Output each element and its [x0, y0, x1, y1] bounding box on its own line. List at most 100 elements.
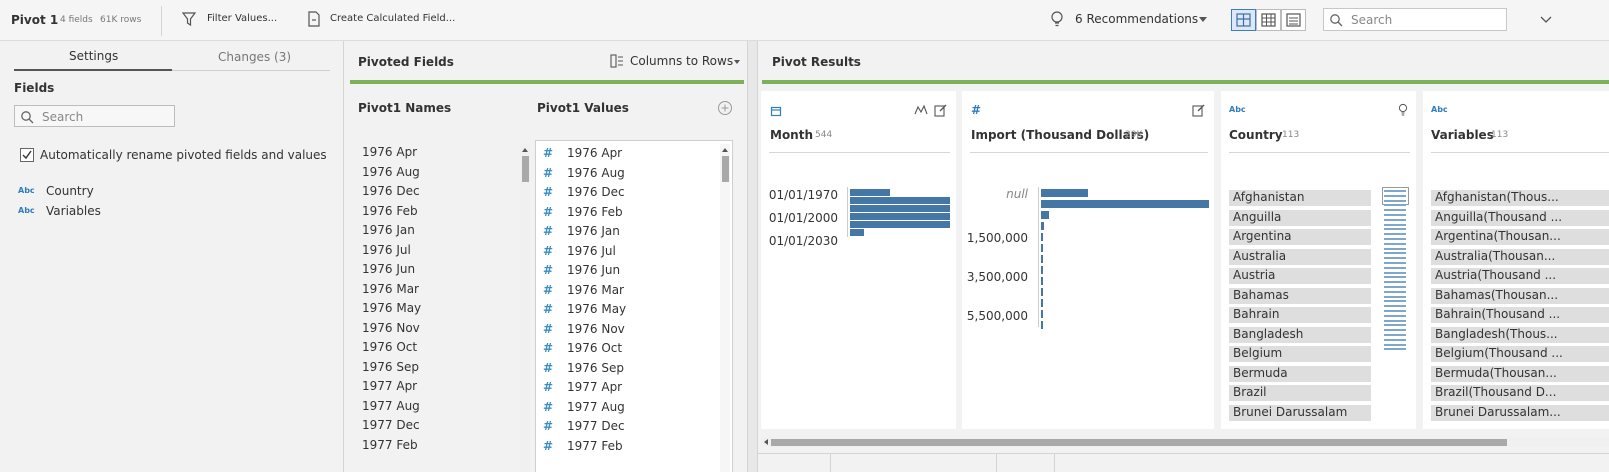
list-item[interactable]: Bahrain — [1229, 307, 1371, 323]
list-item[interactable]: Argentina — [1229, 229, 1371, 245]
list-item[interactable]: 1977 Feb — [567, 439, 623, 453]
histogram-bar[interactable] — [850, 229, 864, 236]
histogram-bar[interactable] — [850, 189, 890, 196]
list-item[interactable]: Bahamas(Thousan... — [1431, 287, 1609, 304]
list-item[interactable]: 1977 Dec — [362, 418, 420, 432]
list-item[interactable]: 1976 Oct — [362, 340, 417, 354]
list-item[interactable]: Afghanistan(Thous... — [1431, 190, 1609, 206]
histogram-bar[interactable] — [850, 213, 950, 220]
histogram-bar[interactable] — [1041, 211, 1049, 219]
list-item[interactable]: 1976 Jul — [567, 244, 616, 258]
list-item[interactable]: Argentina(Thousan... — [1431, 229, 1609, 245]
scroll-left-icon[interactable] — [762, 437, 770, 447]
list-item[interactable]: 1976 Sep — [567, 361, 624, 375]
histogram-bar[interactable] — [1041, 200, 1209, 208]
list-item[interactable]: Belgium(Thousand ... — [1431, 346, 1609, 362]
list-item[interactable]: Austria — [1229, 268, 1371, 284]
scroll-up-icon[interactable] — [720, 146, 730, 154]
list-item[interactable]: 1976 Dec — [567, 185, 625, 199]
add-icon[interactable] — [717, 100, 733, 116]
list-item[interactable]: 1977 Apr — [362, 379, 417, 393]
list-item[interactable]: 1976 Apr — [567, 146, 622, 160]
edit-icon[interactable] — [1192, 103, 1206, 117]
histogram-bar[interactable] — [1041, 222, 1044, 230]
list-item[interactable]: Bahrain(Thousand ... — [1431, 307, 1609, 323]
list-item[interactable]: 1976 Jul — [362, 243, 411, 257]
list-item[interactable]: Austria(Thousand ... — [1431, 268, 1609, 284]
histogram-bar[interactable] — [1041, 233, 1043, 241]
list-item[interactable]: Brunei Darussalam — [1229, 404, 1371, 421]
month-histogram[interactable]: 01/01/1970 01/01/2000 01/01/2030 — [761, 181, 956, 251]
list-item[interactable]: Brunei Darussalam... — [1431, 404, 1609, 421]
list-item[interactable]: Brazil — [1229, 385, 1371, 401]
list-item[interactable]: Afghanistan — [1229, 190, 1371, 206]
histogram-bar[interactable] — [1041, 255, 1043, 263]
list-item[interactable]: Anguilla — [1229, 209, 1371, 226]
recommendations-button[interactable]: 6 Recommendations — [1050, 10, 1212, 30]
toolbar-search-input[interactable]: Search — [1323, 8, 1507, 31]
list-item[interactable]: 1976 Apr — [362, 145, 417, 159]
country-overview-strip[interactable] — [1381, 187, 1410, 357]
histogram-bar[interactable] — [1041, 288, 1043, 296]
list-item[interactable]: Anguilla(Thousand ... — [1431, 209, 1609, 226]
list-item[interactable]: 1976 May — [362, 301, 421, 315]
histogram-bar[interactable] — [1041, 310, 1043, 318]
values-scroll-thumb[interactable] — [722, 156, 729, 182]
list-item[interactable]: 1977 Aug — [362, 399, 420, 413]
pivot-mode-dropdown[interactable]: Columns to Rows — [610, 53, 744, 71]
list-item[interactable]: 1977 Feb — [362, 438, 418, 452]
step-title[interactable]: Pivot 1 — [11, 13, 58, 27]
import-profile-card[interactable]: # Import (Thousand Dollars) 29K null 1,50… — [962, 91, 1214, 429]
fields-search-input[interactable]: Search — [14, 105, 175, 127]
histogram-bar[interactable] — [1041, 266, 1043, 274]
list-view-button[interactable] — [1281, 9, 1306, 31]
profile-view-button[interactable] — [1231, 9, 1256, 31]
country-profile-card[interactable]: Abc Country 113 Afghanistan Anguilla Argen… — [1221, 91, 1416, 429]
list-item[interactable]: 1976 Feb — [567, 205, 623, 219]
names-scroll-thumb[interactable] — [522, 156, 529, 182]
variables-profile-card[interactable]: Abc Variables 113 Afghanistan(Thous... An… — [1423, 91, 1609, 429]
list-item[interactable]: Bermuda(Thousan... — [1431, 365, 1609, 382]
tab-changes[interactable]: Changes (3) — [218, 50, 291, 64]
list-item[interactable]: Brazil(Thousand D... — [1431, 385, 1609, 401]
list-item[interactable]: Australia(Thousan... — [1431, 248, 1609, 265]
list-item[interactable]: 1976 Oct — [567, 341, 622, 355]
list-item[interactable]: 1976 Sep — [362, 360, 419, 374]
list-item[interactable]: 1976 Nov — [567, 322, 625, 336]
list-item[interactable]: 1976 Aug — [567, 166, 625, 180]
list-item[interactable]: Bermuda — [1229, 365, 1371, 382]
list-item[interactable]: Bahamas — [1229, 287, 1371, 304]
list-item[interactable]: 1976 Mar — [567, 283, 624, 297]
histogram-bar[interactable] — [1041, 299, 1043, 307]
list-item[interactable]: Bangladesh(Thous... — [1431, 326, 1609, 343]
list-item[interactable]: Bangladesh — [1229, 326, 1371, 343]
list-item[interactable]: 1976 Feb — [362, 204, 418, 218]
results-horizontal-scrollbar[interactable] — [761, 437, 1609, 447]
list-item[interactable]: 1976 Aug — [362, 165, 420, 179]
tab-settings[interactable]: Settings — [69, 49, 118, 63]
list-item[interactable]: 1976 Mar — [362, 282, 419, 296]
lightbulb-icon[interactable] — [1398, 103, 1408, 117]
histogram-bar[interactable] — [850, 197, 950, 204]
histogram-bar[interactable] — [850, 205, 950, 212]
month-profile-card[interactable]: Month 544 01/01/1970 01/01/2000 01/01/2030 — [761, 91, 956, 429]
import-histogram[interactable]: null 1,500,000 3,500,000 5,500,000 — [962, 181, 1214, 341]
collapse-chevron-icon[interactable] — [1540, 16, 1552, 24]
list-item[interactable]: Australia — [1229, 248, 1371, 265]
list-item[interactable]: 1976 Jun — [362, 262, 415, 276]
scroll-up-icon[interactable] — [520, 146, 530, 154]
grid-view-button[interactable] — [1256, 9, 1281, 31]
histogram-bar[interactable] — [850, 221, 950, 228]
histogram-bar[interactable] — [1041, 189, 1088, 197]
names-scrollbar[interactable] — [520, 144, 530, 472]
list-item[interactable]: 1976 Jan — [567, 224, 620, 238]
list-item[interactable]: Belgium — [1229, 346, 1371, 362]
results-scroll-thumb[interactable] — [771, 439, 1507, 446]
list-item[interactable]: 1977 Aug — [567, 400, 625, 414]
histogram-bar[interactable] — [1041, 321, 1043, 329]
list-item[interactable]: 1977 Apr — [567, 380, 622, 394]
edit-icon[interactable] — [934, 103, 948, 117]
list-item[interactable]: 1977 Dec — [567, 419, 625, 433]
histogram-bar[interactable] — [1041, 277, 1043, 285]
trend-icon[interactable] — [914, 104, 928, 116]
